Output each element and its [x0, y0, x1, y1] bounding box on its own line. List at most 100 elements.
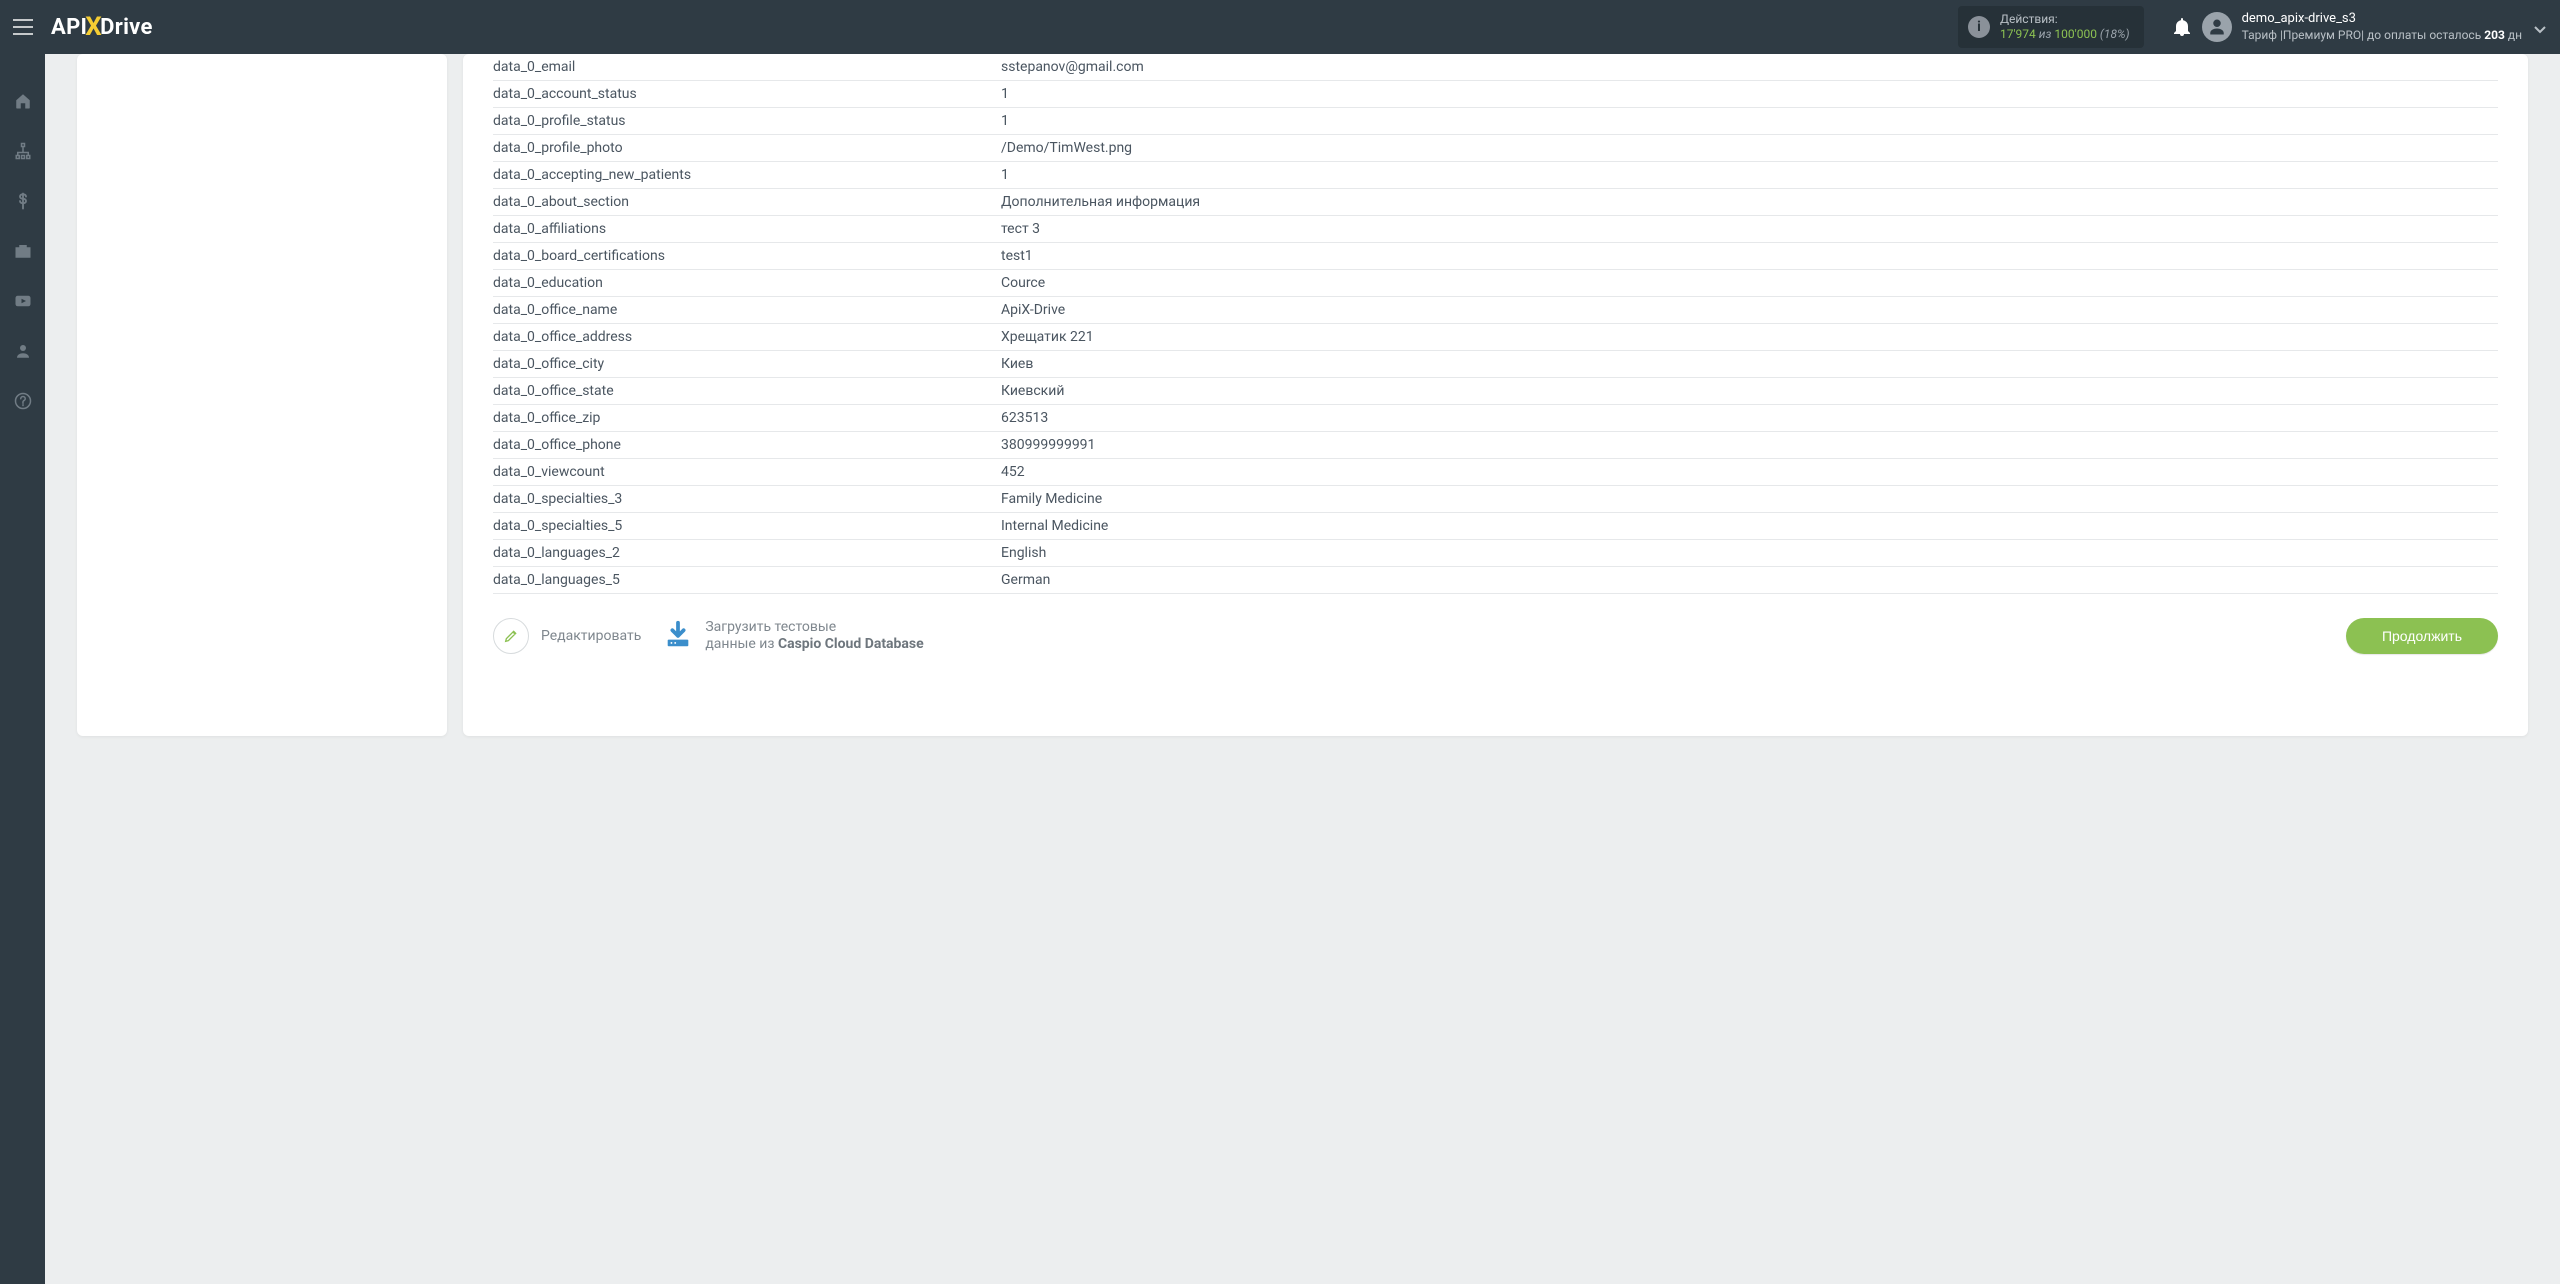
table-row: data_0_office_nameApiX-Drive — [493, 297, 2498, 324]
continue-button[interactable]: Продолжить — [2346, 618, 2498, 654]
table-row: data_0_office_stateКиевский — [493, 378, 2498, 405]
hamburger-icon — [13, 19, 33, 35]
nav-connections[interactable] — [0, 138, 45, 164]
load-label: Загрузить тестовые данные из Caspio Clou… — [705, 619, 923, 654]
logo-text-x: X — [85, 12, 102, 42]
table-row: data_0_viewcount452 — [493, 459, 2498, 486]
load-test-data-button[interactable]: Загрузить тестовые данные из Caspio Clou… — [663, 619, 923, 654]
bell-icon — [2174, 18, 2190, 36]
left-panel — [77, 54, 447, 736]
header-caret[interactable] — [2534, 22, 2546, 38]
table-row: data_0_educationCource — [493, 270, 2498, 297]
field-key: data_0_email — [493, 54, 1001, 81]
table-row: data_0_specialties_5Internal Medicine — [493, 513, 2498, 540]
field-key: data_0_about_section — [493, 189, 1001, 216]
field-value: /Demo/TimWest.png — [1001, 135, 2498, 162]
table-row: data_0_accepting_new_patients1 — [493, 162, 2498, 189]
field-value: Киев — [1001, 351, 2498, 378]
field-key: data_0_affiliations — [493, 216, 1001, 243]
notifications-button[interactable] — [2162, 18, 2202, 36]
avatar — [2202, 12, 2232, 42]
actions-iz: из — [2039, 27, 2052, 41]
user-texts: demo_apix-drive_s3 Тариф |Премиум PRO| д… — [2242, 11, 2522, 42]
data-panel: data_0_emailsstepanov@gmail.comdata_0_ac… — [463, 54, 2528, 736]
actions-total: 100'000 — [2054, 27, 2097, 41]
download-icon — [663, 619, 693, 649]
field-key: data_0_languages_2 — [493, 540, 1001, 567]
logo[interactable]: APIXDrive — [45, 0, 159, 54]
menu-button[interactable] — [0, 0, 45, 54]
nav-video[interactable] — [0, 288, 45, 314]
nav-billing[interactable] — [0, 188, 45, 214]
field-value: Family Medicine — [1001, 486, 2498, 513]
field-key: data_0_accepting_new_patients — [493, 162, 1001, 189]
sidebar — [0, 54, 45, 1284]
field-value: Cource — [1001, 270, 2498, 297]
field-value: 1 — [1001, 162, 2498, 189]
table-row: data_0_board_certificationstest1 — [493, 243, 2498, 270]
user-icon — [2208, 18, 2226, 36]
field-value: ApiX-Drive — [1001, 297, 2498, 324]
user-tariff: Тариф |Премиум PRO| до оплаты осталось 2… — [2242, 28, 2522, 43]
actions-pct: (18%) — [2100, 27, 2130, 41]
sitemap-icon — [14, 142, 32, 160]
table-row: data_0_affiliationsтест 3 — [493, 216, 2498, 243]
field-value: English — [1001, 540, 2498, 567]
field-value: 623513 — [1001, 405, 2498, 432]
actions-text: Действия: 17'974 из 100'000 (18%) — [2000, 12, 2130, 42]
field-key: data_0_viewcount — [493, 459, 1001, 486]
field-value: 1 — [1001, 81, 2498, 108]
field-key: data_0_profile_photo — [493, 135, 1001, 162]
nav-briefcase[interactable] — [0, 238, 45, 264]
field-value: Киевский — [1001, 378, 2498, 405]
field-value: 1 — [1001, 108, 2498, 135]
field-key: data_0_office_address — [493, 324, 1001, 351]
briefcase-icon — [14, 242, 32, 260]
page-content: data_0_emailsstepanov@gmail.comdata_0_ac… — [45, 54, 2560, 1284]
user-icon — [14, 342, 32, 360]
field-value: Хрещатик 221 — [1001, 324, 2498, 351]
info-icon: i — [1968, 16, 1990, 38]
field-value: test1 — [1001, 243, 2498, 270]
field-key: data_0_education — [493, 270, 1001, 297]
table-row: data_0_office_zip623513 — [493, 405, 2498, 432]
field-value: German — [1001, 567, 2498, 594]
field-key: data_0_specialties_3 — [493, 486, 1001, 513]
nav-help[interactable] — [0, 388, 45, 414]
table-row: data_0_specialties_3Family Medicine — [493, 486, 2498, 513]
nav-account[interactable] — [0, 338, 45, 364]
field-value: 380999999991 — [1001, 432, 2498, 459]
nav-home[interactable] — [0, 88, 45, 114]
field-value: Дополнительная информация — [1001, 189, 2498, 216]
actions-used: 17'974 — [2000, 27, 2036, 41]
table-row: data_0_languages_5German — [493, 567, 2498, 594]
chevron-down-icon — [2534, 26, 2546, 34]
field-key: data_0_office_phone — [493, 432, 1001, 459]
top-header: APIXDrive i Действия: 17'974 из 100'000 … — [0, 0, 2560, 54]
user-menu[interactable]: demo_apix-drive_s3 Тариф |Премиум PRO| д… — [2202, 11, 2560, 42]
edit-button[interactable]: Редактировать — [493, 618, 641, 654]
field-value: sstepanov@gmail.com — [1001, 54, 2498, 81]
table-row: data_0_emailsstepanov@gmail.com — [493, 54, 2498, 81]
field-key: data_0_board_certifications — [493, 243, 1001, 270]
field-value: тест 3 — [1001, 216, 2498, 243]
table-row: data_0_languages_2English — [493, 540, 2498, 567]
youtube-icon — [14, 292, 32, 310]
help-icon — [14, 392, 32, 410]
pencil-icon — [503, 628, 519, 644]
field-key: data_0_office_city — [493, 351, 1001, 378]
edit-label: Редактировать — [541, 628, 641, 644]
field-key: data_0_office_state — [493, 378, 1001, 405]
logo-text-api: API — [51, 15, 87, 40]
field-key: data_0_profile_status — [493, 108, 1001, 135]
table-row: data_0_profile_status1 — [493, 108, 2498, 135]
field-value: Internal Medicine — [1001, 513, 2498, 540]
logo-text-drive: Drive — [100, 15, 153, 40]
table-row: data_0_about_sectionДополнительная инфор… — [493, 189, 2498, 216]
data-table: data_0_emailsstepanov@gmail.comdata_0_ac… — [493, 54, 2498, 594]
field-key: data_0_office_name — [493, 297, 1001, 324]
user-name: demo_apix-drive_s3 — [2242, 11, 2522, 27]
actions-counter[interactable]: i Действия: 17'974 из 100'000 (18%) — [1958, 6, 2144, 48]
field-key: data_0_account_status — [493, 81, 1001, 108]
field-key: data_0_languages_5 — [493, 567, 1001, 594]
